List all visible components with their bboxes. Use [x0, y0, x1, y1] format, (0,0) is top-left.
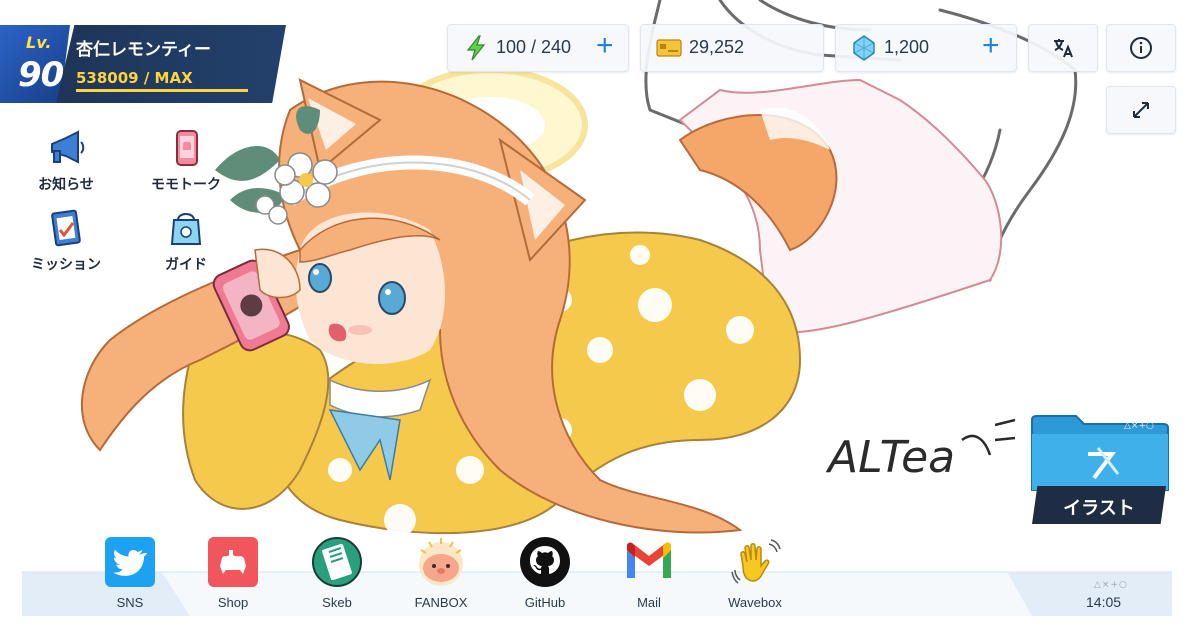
menu-mission[interactable]: ミッション: [18, 208, 114, 274]
folder-deco: △×+○: [1124, 421, 1154, 431]
guide-bag-icon: [170, 213, 202, 245]
menu-notice-label: お知らせ: [38, 177, 94, 193]
clock-time: 14:05: [1086, 594, 1122, 610]
gem-icon: [853, 35, 875, 61]
credit-card-icon: [656, 39, 682, 57]
dock-sns[interactable]: SNS: [85, 536, 175, 610]
player-name: 杏仁レモンティー: [76, 40, 211, 60]
exp-bar-fill: [76, 89, 248, 92]
dock-mail[interactable]: Mail: [604, 536, 694, 610]
expand-icon: [1133, 102, 1149, 118]
lightning-icon: [466, 35, 486, 61]
folder-icon: △×+○: [1031, 415, 1169, 491]
level-value: 90: [18, 55, 64, 95]
shop-icon: [208, 537, 258, 587]
dock-github[interactable]: GitHub: [500, 536, 590, 610]
expand-button[interactable]: [1106, 86, 1176, 134]
skeb-icon: [312, 537, 362, 587]
twitter-bird-icon: [105, 537, 155, 587]
gems-pill[interactable]: 1,200 +: [835, 24, 1017, 72]
translate-icon: [1054, 39, 1073, 58]
dock-github-label: GitHub: [524, 595, 566, 610]
folder-label: イラスト: [1063, 498, 1135, 519]
stamina-pill[interactable]: 100 / 240 +: [447, 24, 629, 72]
dock-wavebox-label: Wavebox: [728, 595, 782, 610]
dock-mail-label: Mail: [637, 595, 661, 610]
clock-decoration: △×+○: [1094, 580, 1128, 590]
menu-momotalk-label: モモトーク: [151, 177, 221, 193]
exp-bar: [76, 89, 248, 92]
stamina-plus-button[interactable]: +: [596, 29, 614, 63]
dock-wavebox[interactable]: Wavebox: [710, 536, 800, 610]
dock-shop[interactable]: Shop: [188, 536, 278, 610]
illust-folder[interactable]: △×+○ イラスト: [1028, 414, 1172, 528]
dock-fanbox[interactable]: FANBOX: [396, 536, 486, 610]
menu-mission-label: ミッション: [31, 257, 101, 273]
menu-guide[interactable]: ガイド: [138, 208, 234, 274]
menu-guide-label: ガイド: [165, 257, 207, 273]
dock-skeb-label: Skeb: [322, 595, 352, 610]
dock-skeb[interactable]: Skeb: [292, 536, 382, 610]
dock-fanbox-label: FANBOX: [414, 595, 468, 610]
gmail-icon: [627, 542, 671, 578]
smartphone-icon: [176, 130, 198, 166]
credits-pill: 29,252: [640, 24, 824, 72]
info-button[interactable]: [1106, 24, 1176, 72]
menu-momotalk[interactable]: モモトーク: [138, 128, 234, 194]
dock-sns-label: SNS: [116, 595, 144, 610]
artist-signature: ALTea: [825, 432, 955, 483]
translate-button[interactable]: [1028, 24, 1098, 72]
gems-value: 1,200: [884, 37, 930, 57]
clipboard-icon: [51, 209, 81, 247]
credits-value: 29,252: [689, 37, 745, 57]
exp-text: 538009 / MAX: [76, 69, 193, 87]
github-icon: [520, 537, 570, 587]
player-card[interactable]: Lv. 90 杏仁レモンティー 538009 / MAX: [0, 25, 286, 103]
stamina-value: 100 / 240: [496, 37, 572, 57]
menu-notice[interactable]: お知らせ: [18, 128, 114, 194]
megaphone-icon: [51, 130, 85, 164]
level-label: Lv.: [26, 33, 52, 52]
waving-hand-icon: [731, 539, 781, 584]
fanbox-icon: [419, 538, 463, 586]
gems-plus-button[interactable]: +: [982, 29, 1000, 63]
dock-shop-label: Shop: [217, 595, 249, 610]
info-icon: [1130, 37, 1152, 59]
